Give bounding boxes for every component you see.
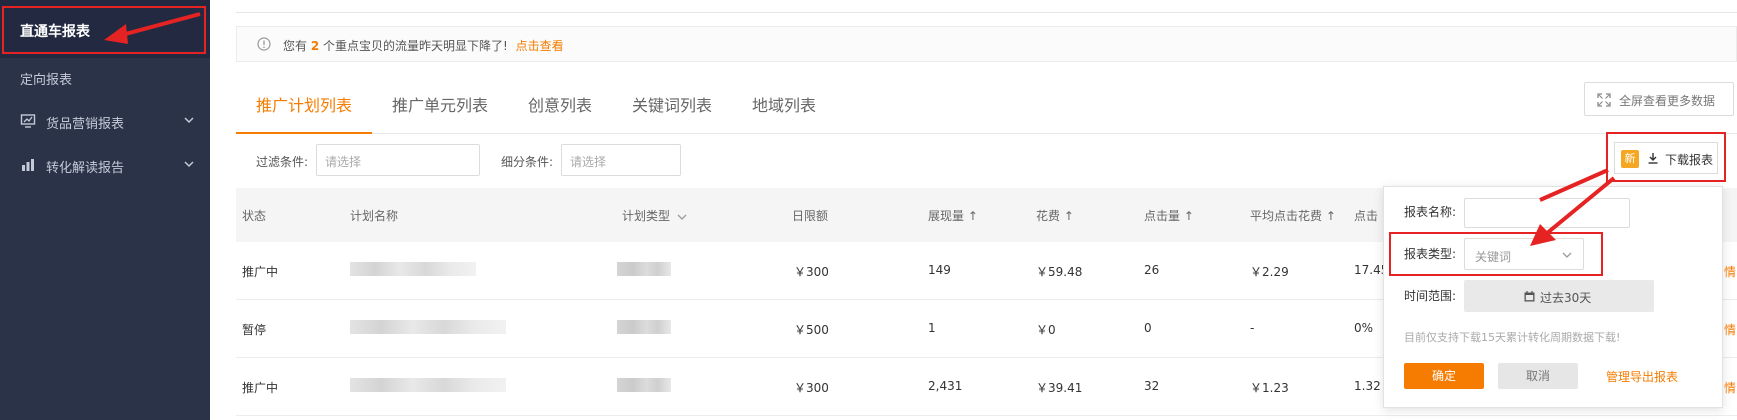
sidebar-item-directional-report[interactable]: 定向报表 xyxy=(0,55,210,99)
row-cpc: ￥1.23 xyxy=(1250,381,1289,395)
redacted-plan-name xyxy=(350,262,476,276)
col-clicks[interactable]: 点击量 ↑ xyxy=(1144,207,1194,224)
sidebar: 直通车报表 定向报表 货品营销报表 转化解读报告 xyxy=(0,0,210,420)
row-status: 暂停 xyxy=(242,323,267,337)
expand-icon xyxy=(1597,93,1611,107)
chevron-down-icon[interactable] xyxy=(182,113,196,127)
download-report-popup: 报表名称: 报表类型: 关键词 时间范围: 过去30天 目前仅支持下载15天累计… xyxy=(1383,186,1723,408)
col-cpc[interactable]: 平均点击花费 ↑ xyxy=(1250,207,1336,224)
sidebar-item-conversion-report[interactable]: 转化解读报告 xyxy=(0,143,210,187)
info-icon xyxy=(257,37,271,51)
top-divider xyxy=(236,12,1737,13)
download-label: 下载报表 xyxy=(1665,153,1714,167)
tab-creative-list[interactable]: 创意列表 xyxy=(528,92,592,116)
redacted-plan-type xyxy=(617,320,671,334)
filter-placeholder: 请选择 xyxy=(325,155,362,169)
cancel-button[interactable]: 取消 xyxy=(1498,363,1578,389)
filter-select[interactable]: 请选择 xyxy=(316,144,480,176)
tab-region-list[interactable]: 地域列表 xyxy=(752,92,816,116)
row-cpc: - xyxy=(1250,321,1255,335)
tab-bar: 推广计划列表 推广单元列表 创意列表 关键词列表 地域列表 xyxy=(236,70,1737,134)
manage-exports-link[interactable]: 管理导出报表 xyxy=(1606,368,1678,385)
col-daily-budget: 日限额 xyxy=(792,209,829,223)
sub-filter-label: 细分条件: xyxy=(501,155,554,169)
col-cost[interactable]: 花费 ↑ xyxy=(1036,207,1074,224)
row-cost: ￥39.41 xyxy=(1036,381,1083,395)
confirm-button[interactable]: 确定 xyxy=(1404,363,1484,389)
row-budget: ￥300 xyxy=(794,381,829,395)
highlight-box-sidebar xyxy=(2,6,206,54)
row-clicks: 0 xyxy=(1144,321,1152,335)
row-impressions: 149 xyxy=(928,263,951,277)
notice-text: 您有 2 个重点宝贝的流量昨天明显下降了! 点击查看 xyxy=(283,37,564,54)
active-tab-indicator xyxy=(236,132,372,134)
bar-chart-icon xyxy=(22,159,34,171)
row-budget: ￥500 xyxy=(794,323,829,337)
sidebar-item-label: 定向报表 xyxy=(20,73,73,88)
redacted-plan-type xyxy=(617,262,671,276)
notice-prefix: 您有 xyxy=(283,39,308,53)
row-cpc: ￥2.29 xyxy=(1250,265,1289,279)
edge-link-fragment: 情 xyxy=(1724,381,1737,395)
fullscreen-label: 全屏查看更多数据 xyxy=(1619,94,1716,108)
tab-unit-list[interactable]: 推广单元列表 xyxy=(392,92,488,116)
notice-link[interactable]: 点击查看 xyxy=(516,39,564,53)
col-plan-type-label: 计划类型 xyxy=(622,209,671,223)
row-cost: ￥0 xyxy=(1036,323,1056,337)
notice-count: 2 xyxy=(310,39,320,53)
redacted-plan-name xyxy=(350,320,506,334)
row-clicks: 26 xyxy=(1144,263,1160,277)
sub-filter-placeholder: 请选择 xyxy=(570,155,607,169)
redacted-plan-type xyxy=(617,378,671,392)
row-clicks: 32 xyxy=(1144,379,1160,393)
calendar-icon xyxy=(1524,291,1535,302)
row-ctr: 0% xyxy=(1354,321,1374,335)
sidebar-item-label: 转化解读报告 xyxy=(46,161,125,176)
new-badge: 新 xyxy=(1621,150,1639,168)
col-impressions[interactable]: 展现量 ↑ xyxy=(928,207,978,224)
col-status: 状态 xyxy=(242,209,267,223)
highlight-box-report-type xyxy=(1389,232,1603,276)
row-impressions: 1 xyxy=(928,321,936,335)
chevron-down-icon[interactable] xyxy=(182,157,196,171)
popup-note: 目前仅支持下载15天累计转化周期数据下载! xyxy=(1404,331,1621,344)
sub-filter-select[interactable]: 请选择 xyxy=(561,144,681,176)
time-range-value: 过去30天 xyxy=(1540,291,1592,305)
download-icon xyxy=(1648,153,1658,164)
report-name-input[interactable] xyxy=(1464,198,1630,228)
time-range-button[interactable]: 过去30天 xyxy=(1464,280,1654,312)
row-budget: ￥300 xyxy=(794,265,829,279)
row-status: 推广中 xyxy=(242,381,279,395)
notice-suffix: 个重点宝贝的流量昨天明显下降了! xyxy=(323,39,508,53)
sidebar-item-goods-marketing[interactable]: 货品营销报表 xyxy=(0,99,210,143)
edge-link-fragment: 情 xyxy=(1724,265,1737,279)
edge-link-fragment: 情 xyxy=(1724,323,1737,337)
filter-label: 过滤条件: xyxy=(256,155,309,169)
col-plan-name: 计划名称 xyxy=(350,209,399,223)
col-ctr[interactable]: 点击 xyxy=(1354,207,1378,224)
sidebar-item-label: 货品营销报表 xyxy=(46,117,125,132)
row-ctr: 1.32 xyxy=(1354,379,1381,393)
row-cost: ￥59.48 xyxy=(1036,265,1083,279)
fullscreen-button[interactable]: 全屏查看更多数据 xyxy=(1584,82,1734,116)
tab-plan-list[interactable]: 推广计划列表 xyxy=(256,92,352,116)
chevron-down-icon xyxy=(677,214,687,220)
download-report-button[interactable]: 新 下载报表 xyxy=(1614,142,1718,174)
col-plan-type[interactable]: 计划类型 xyxy=(622,207,688,224)
row-impressions: 2,431 xyxy=(928,379,963,393)
report-name-label: 报表名称: xyxy=(1404,205,1457,219)
monitor-chart-icon xyxy=(20,114,36,128)
redacted-plan-name xyxy=(350,378,506,392)
notice-bar: 您有 2 个重点宝贝的流量昨天明显下降了! 点击查看 xyxy=(236,26,1737,62)
time-range-label: 时间范围: xyxy=(1404,289,1457,303)
row-status: 推广中 xyxy=(242,265,279,279)
tab-keyword-list[interactable]: 关键词列表 xyxy=(632,92,712,116)
